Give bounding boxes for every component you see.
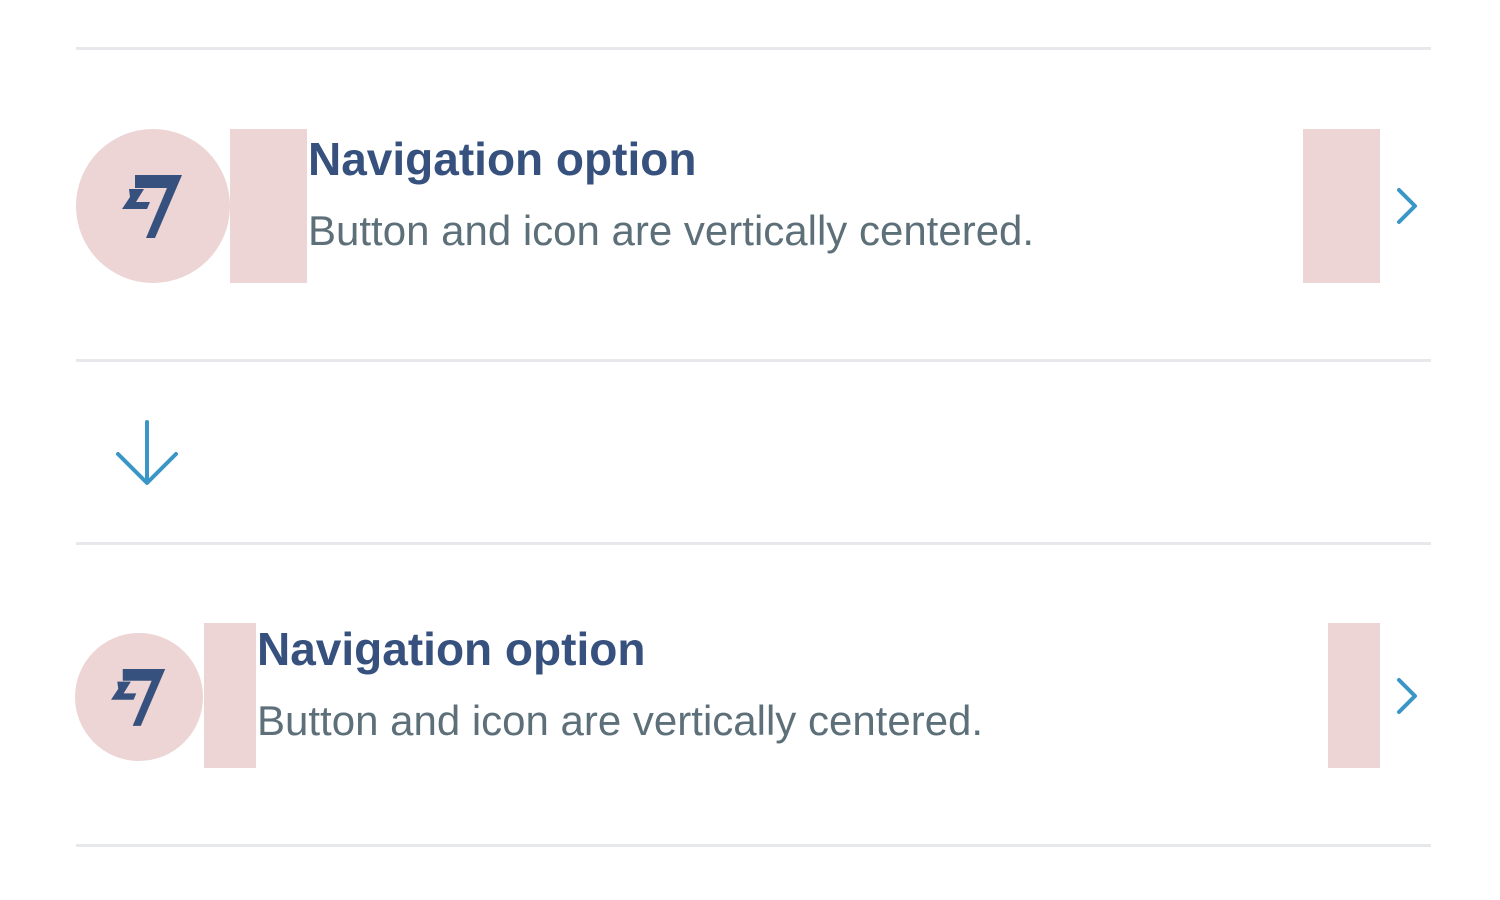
button-spacing-placeholder [1303, 129, 1380, 283]
arrow-down-icon [114, 418, 180, 488]
wise-logo-icon [111, 669, 166, 726]
navigation-option-content: Navigation option Button and icon are ve… [308, 129, 1034, 259]
divider [76, 542, 1431, 545]
divider [76, 359, 1431, 362]
navigation-option-title: Navigation option [257, 623, 646, 675]
icon-spacing-placeholder [230, 129, 307, 283]
wise-logo-icon [122, 175, 182, 238]
navigation-option-demo: Navigation option Button and icon are ve… [0, 0, 1500, 900]
avatar [75, 633, 203, 761]
navigation-option-title: Navigation option [308, 133, 697, 185]
navigation-option-content: Navigation option Button and icon are ve… [257, 619, 983, 749]
icon-spacing-placeholder [204, 623, 256, 768]
navigation-option-description: Button and icon are vertically centered. [308, 207, 1035, 254]
navigation-option-description: Button and icon are vertically centered. [257, 697, 984, 744]
chevron-right-icon [1397, 678, 1417, 714]
navigate-button[interactable] [1384, 670, 1428, 722]
navigate-button[interactable] [1384, 180, 1428, 232]
avatar [76, 129, 230, 283]
chevron-right-icon [1397, 188, 1417, 224]
divider [76, 47, 1431, 50]
divider [76, 844, 1431, 847]
button-spacing-placeholder [1328, 623, 1380, 768]
